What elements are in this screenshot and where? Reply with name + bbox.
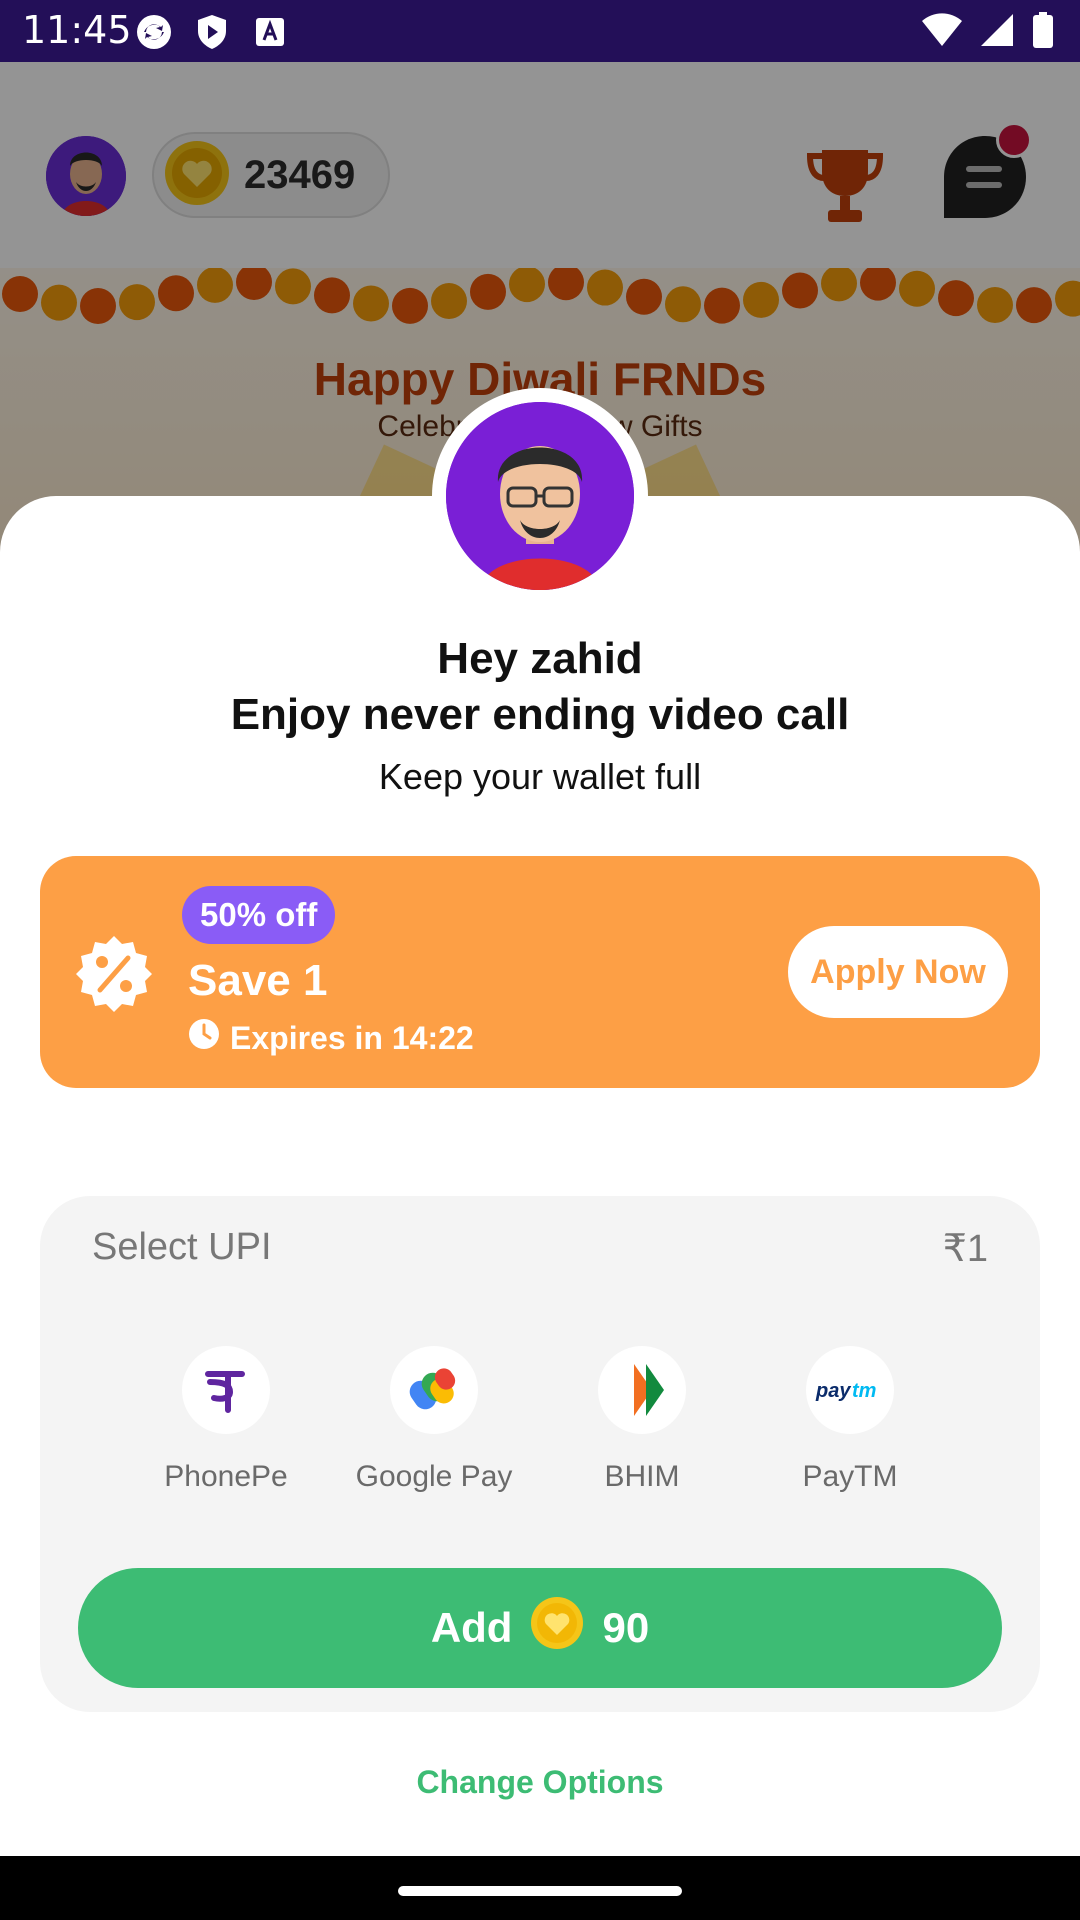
upi-title: Select UPI <box>92 1226 272 1268</box>
offer-expiry-text: Expires in 14:22 <box>230 1019 474 1056</box>
system-nav-bar <box>0 1856 1080 1920</box>
offer-expiry: Expires in 14:22 <box>188 1018 474 1058</box>
signal-icon <box>980 13 1014 52</box>
svg-text:tm: tm <box>852 1380 876 1402</box>
home-gesture-pill[interactable] <box>398 1886 682 1896</box>
add-coins-button[interactable]: Add 90 <box>78 1568 1002 1688</box>
offer-title: Save 1 <box>188 956 328 1005</box>
upi-option-google-pay[interactable]: Google Pay <box>334 1346 534 1494</box>
paytm-icon: pay tm <box>806 1346 894 1434</box>
upi-option-label: Google Pay <box>355 1460 513 1493</box>
battery-icon <box>1032 12 1054 53</box>
upi-option-bhim[interactable]: BHIM <box>542 1346 742 1494</box>
text-a-icon <box>250 12 290 52</box>
change-options-link[interactable]: Change Options <box>0 1764 1080 1801</box>
upi-amount: ₹1 <box>942 1228 988 1270</box>
apply-now-button[interactable]: Apply Now <box>788 926 1008 1018</box>
user-avatar <box>446 402 634 590</box>
upi-selection-card: Select UPI ₹1 PhonePe Google Pay BHIM pa… <box>40 1196 1040 1712</box>
upi-option-phonepe[interactable]: PhonePe <box>126 1346 326 1494</box>
sync-icon <box>134 12 174 52</box>
clock-icon <box>188 1018 220 1058</box>
add-amount: 90 <box>602 1604 650 1651</box>
svg-text:pay: pay <box>815 1380 851 1402</box>
upi-option-label: PayTM <box>802 1460 898 1493</box>
wifi-icon <box>922 13 962 52</box>
upi-option-label: BHIM <box>604 1460 680 1493</box>
status-time: 11:45 <box>22 8 132 52</box>
offer-card: 50% off Save 1 Expires in 14:22 Apply No… <box>40 856 1040 1088</box>
status-bar: 11:45 <box>0 0 1080 62</box>
headline-text: Enjoy never ending video call <box>230 690 850 739</box>
shield-play-icon <box>192 12 232 52</box>
google-pay-icon <box>390 1346 478 1434</box>
upi-option-paytm[interactable]: pay tm PayTM <box>750 1346 950 1494</box>
upi-option-label: PhonePe <box>164 1460 288 1493</box>
add-label: Add <box>430 1604 513 1651</box>
phonepe-icon <box>182 1346 270 1434</box>
discount-icon <box>74 934 154 1014</box>
tagline-text: Keep your wallet full <box>378 756 702 797</box>
coin-icon <box>530 1596 584 1660</box>
greeting-text: Hey zahid <box>437 634 643 683</box>
discount-badge: 50% off <box>182 886 336 944</box>
bhim-icon <box>598 1346 686 1434</box>
